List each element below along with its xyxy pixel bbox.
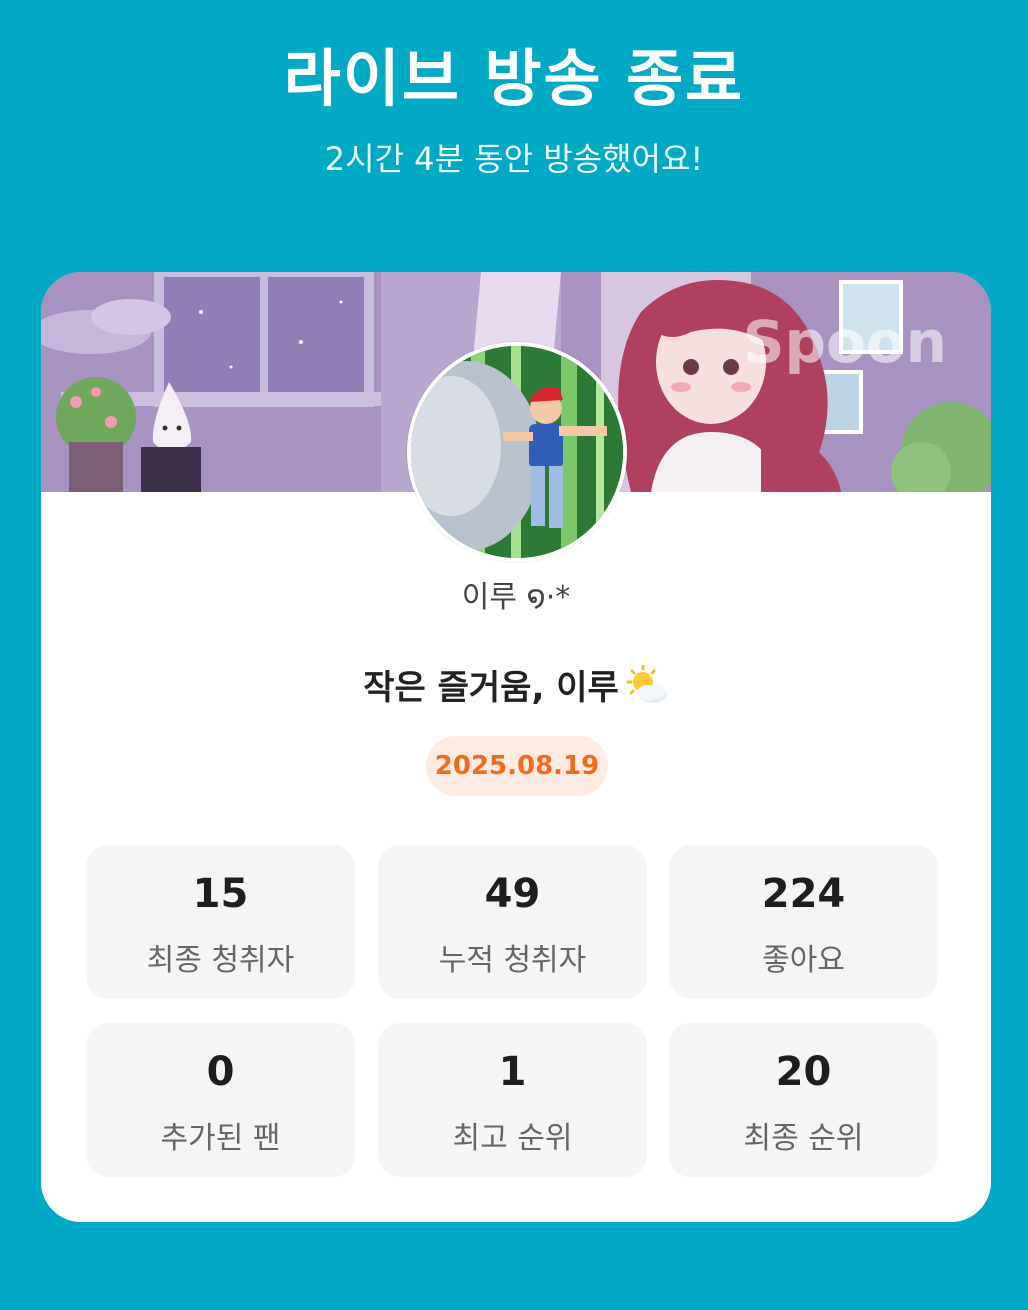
sun-behind-cloud-icon [623,664,669,705]
broadcast-date-badge: 2025.08.19 [426,736,608,796]
stat-label: 최고 순위 [452,1121,573,1156]
stat-value: 15 [192,871,249,917]
stat-value: 20 [775,1049,832,1095]
broadcast-duration-text: 2시간 4분 동안 방송했어요! [324,140,704,178]
stat-value: 49 [484,871,541,917]
stat-total-listeners: 49 누적 청취자 [378,845,647,999]
stat-best-rank: 1 최고 순위 [378,1023,647,1177]
stat-label: 최종 순위 [743,1121,864,1156]
stat-likes: 224 좋아요 [669,845,938,999]
streamer-avatar[interactable] [407,342,627,562]
stat-new-fans: 0 추가된 팬 [86,1023,355,1177]
live-title: 작은 즐거움, 이루 [41,660,991,709]
broadcast-summary-card: Spoon 이루 ໑·* 작은 즐거움, 이루 2025.08.19 15 최종… [41,272,991,1222]
stat-label: 추가된 팬 [160,1121,281,1156]
stat-value: 0 [206,1049,235,1095]
stat-label: 최종 청취자 [146,943,295,978]
avatar-image [411,346,623,558]
stat-label: 누적 청취자 [438,943,587,978]
page-title: 라이브 방송 종료 [283,42,745,115]
live-title-text: 작은 즐거움, 이루 [363,668,619,708]
stat-final-rank: 20 최종 순위 [669,1023,938,1177]
streamer-nickname: 이루 ໑·* [461,580,571,615]
stat-value: 1 [498,1049,527,1095]
stat-final-listeners: 15 최종 청취자 [86,845,355,999]
stat-label: 좋아요 [762,943,845,978]
spoon-watermark: Spoon [742,308,947,376]
stat-value: 224 [761,871,846,917]
